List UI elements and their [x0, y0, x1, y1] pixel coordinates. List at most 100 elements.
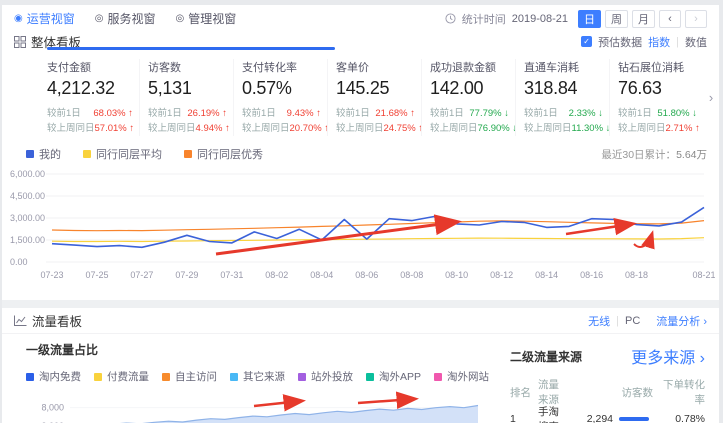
vs-week-label: 较上周同日: [47, 121, 95, 136]
legend-swatch: [83, 150, 91, 158]
legend-label: 自主访问: [175, 369, 217, 384]
metric-card[interactable]: 支付金额 4,212.32 较前1日68.03% ↑ 较上周同日57.01% ↑: [47, 59, 139, 136]
legend-label: 同行同层优秀: [197, 146, 263, 162]
traffic-legend-item[interactable]: 自主访问: [162, 369, 217, 384]
trend-summary: 最近30日累计：5.64万: [601, 147, 707, 162]
legend-label: 站外投放: [311, 369, 353, 384]
operation-view-icon: ◉: [14, 14, 23, 24]
nav-tab-operation[interactable]: ◉ 运营视窗: [14, 10, 75, 27]
service-view-icon: ◎: [95, 14, 104, 24]
date-next-button[interactable]: ›: [685, 10, 707, 28]
toggle-index[interactable]: 指数: [648, 34, 670, 50]
svg-text:08-16: 08-16: [580, 270, 603, 280]
legend-swatch: [26, 150, 34, 158]
section-divider: [2, 300, 719, 308]
source-table-row[interactable]: 1 手淘搜索 2,294 0.78%: [510, 408, 705, 423]
vs-week-label: 较上周同日: [618, 121, 666, 136]
traffic-area-svg: 8,0003,000: [26, 391, 486, 423]
traffic-legend-item[interactable]: 淘外网站: [434, 369, 489, 384]
vs-prev-value: 2.33% ↓: [569, 106, 603, 121]
vs-week-label: 较上周同日: [336, 121, 384, 136]
metric-card[interactable]: 钻石展位消耗 76.63 较前1日51.80% ↓ 较上周同日2.71% ↑: [609, 59, 703, 136]
period-day-button[interactable]: 日: [578, 10, 601, 28]
vs-week-value: 57.01% ↑: [95, 121, 135, 136]
legend-item-peer-best[interactable]: 同行同层优秀: [184, 146, 263, 162]
topbar: ◉ 运营视窗 ◎ 服务视窗 ◎ 管理视窗 统计时间 2019-08-21 日 周…: [2, 5, 719, 32]
nav-tab-manage[interactable]: ◎ 管理视窗: [176, 10, 237, 27]
metric-value: 76.63: [618, 78, 697, 99]
period-month-button[interactable]: 月: [632, 10, 655, 28]
tab-pc[interactable]: PC: [625, 315, 640, 327]
more-metrics-button[interactable]: ›: [703, 59, 719, 136]
vs-week-label: 较上周同日: [148, 121, 196, 136]
traffic-legend-item[interactable]: 付费流量: [94, 369, 149, 384]
svg-text:08-21: 08-21: [692, 270, 715, 280]
traffic-area-chart[interactable]: 8,0003,000: [26, 391, 492, 423]
vs-prev-label: 较前1日: [430, 106, 464, 121]
metric-title: 支付金额: [47, 59, 133, 75]
nav-tab-label: 服务视窗: [107, 10, 155, 27]
toggle-value[interactable]: 数值: [685, 34, 707, 50]
vs-prev-label: 较前1日: [148, 106, 182, 121]
main-nav: ◉ 运营视窗 ◎ 服务视窗 ◎ 管理视窗: [14, 10, 236, 27]
traffic-legend-item[interactable]: 其它来源: [230, 369, 285, 384]
trend-chart[interactable]: 6,000.004,500.003,000.001,500.000.0007-2…: [8, 164, 713, 286]
traffic-legend-item[interactable]: 淘内免费: [26, 369, 81, 384]
vs-week-label: 较上周同日: [242, 121, 290, 136]
svg-text:07-25: 07-25: [85, 270, 108, 280]
vs-prev-value: 51.80% ↓: [657, 106, 697, 121]
svg-text:6,000.00: 6,000.00: [10, 169, 45, 179]
metric-title: 客单价: [336, 59, 415, 75]
svg-text:08-10: 08-10: [445, 270, 468, 280]
nav-tab-service[interactable]: ◎ 服务视窗: [95, 10, 156, 27]
metric-value: 5,131: [148, 78, 227, 99]
stat-time-label: 统计时间: [462, 11, 506, 27]
legend-item-peer-avg[interactable]: 同行同层平均: [83, 146, 162, 162]
device-tabs: 无线 | PC: [588, 313, 640, 329]
trend-chart-svg: 6,000.004,500.003,000.001,500.000.0007-2…: [8, 164, 715, 286]
vs-prev-label: 较前1日: [618, 106, 652, 121]
metric-cards-row: 支付金额 4,212.32 较前1日68.03% ↑ 较上周同日57.01% ↑…: [2, 51, 719, 142]
estimate-checkbox[interactable]: ✓: [581, 36, 592, 47]
metric-card[interactable]: 访客数 5,131 较前1日26.19% ↑ 较上周同日4.94% ↑: [139, 59, 233, 136]
legend-label: 淘外网站: [447, 369, 489, 384]
vs-prev-label: 较前1日: [47, 106, 81, 121]
metric-title: 钻石展位消耗: [618, 59, 697, 75]
metric-title: 访客数: [148, 59, 227, 75]
vs-week-value: 11.30% ↓: [572, 121, 611, 136]
traffic-legend-item[interactable]: 站外投放: [298, 369, 353, 384]
metric-card[interactable]: 直通车消耗 318.84 较前1日2.33% ↓ 较上周同日11.30% ↓: [515, 59, 609, 136]
metric-value: 145.25: [336, 78, 415, 99]
legend-item-mine[interactable]: 我的: [26, 146, 61, 162]
vs-week-value: 24.75% ↑: [384, 121, 424, 136]
traffic-body: 一级流量占比 淘内免费付费流量自主访问其它来源站外投放淘外APP淘外网站 8,0…: [2, 334, 719, 423]
metric-card[interactable]: 客单价 145.25 较前1日21.68% ↑ 较上周同日24.75% ↑: [327, 59, 421, 136]
metric-card[interactable]: 支付转化率 0.57% 较前1日9.43% ↑ 较上周同日20.70% ↑: [233, 59, 327, 136]
vs-prev-label: 较前1日: [242, 106, 276, 121]
date-prev-button[interactable]: ‹: [659, 10, 681, 28]
manage-view-icon: ◎: [176, 14, 185, 24]
cards-scrollbar[interactable]: [47, 47, 335, 50]
vs-week-label: 较上周同日: [524, 121, 572, 136]
more-sources-link[interactable]: 更多来源 ›: [631, 344, 705, 368]
source-table: 排名 流量来源 访客数 下单转化率 1 手淘搜索 2,294 0.78% 2 手…: [510, 381, 705, 423]
metric-card[interactable]: 成功退款金额 142.00 较前1日77.79% ↓ 较上周同日76.90% ↓: [421, 59, 515, 136]
legend-swatch: [230, 373, 238, 381]
source-panel-title: 二级流量来源: [510, 348, 582, 365]
svg-text:08-14: 08-14: [535, 270, 558, 280]
legend-swatch: [184, 150, 192, 158]
vs-prev-value: 26.19% ↑: [187, 106, 227, 121]
vs-prev-value: 68.03% ↑: [93, 106, 133, 121]
metric-value: 318.84: [524, 78, 603, 99]
source-visitors: 2,294: [569, 413, 613, 423]
vs-week-value: 76.90% ↓: [478, 121, 518, 136]
svg-text:08-12: 08-12: [490, 270, 513, 280]
period-week-button[interactable]: 周: [605, 10, 628, 28]
tab-wireless[interactable]: 无线: [588, 313, 610, 329]
source-conversion: 0.78%: [653, 413, 705, 423]
stat-date: 2019-08-21: [512, 13, 568, 25]
legend-swatch: [434, 373, 442, 381]
traffic-legend-item[interactable]: 淘外APP: [366, 369, 421, 384]
traffic-analysis-link[interactable]: 流量分析 ›: [656, 313, 707, 329]
visitors-bar: [619, 417, 649, 421]
